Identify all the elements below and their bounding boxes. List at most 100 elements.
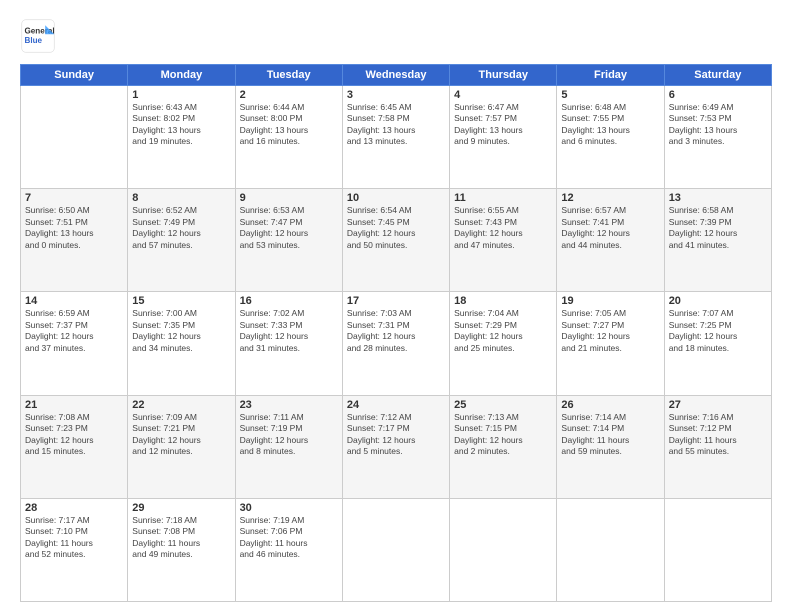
table-cell: 12Sunrise: 6:57 AM Sunset: 7:41 PM Dayli… xyxy=(557,189,664,292)
day-number: 15 xyxy=(132,295,230,307)
table-cell: 14Sunrise: 6:59 AM Sunset: 7:37 PM Dayli… xyxy=(21,292,128,395)
table-cell: 4Sunrise: 6:47 AM Sunset: 7:57 PM Daylig… xyxy=(450,86,557,189)
day-info: Sunrise: 7:19 AM Sunset: 7:06 PM Dayligh… xyxy=(240,515,338,561)
day-info: Sunrise: 7:14 AM Sunset: 7:14 PM Dayligh… xyxy=(561,412,659,458)
table-cell: 3Sunrise: 6:45 AM Sunset: 7:58 PM Daylig… xyxy=(342,86,449,189)
table-cell: 5Sunrise: 6:48 AM Sunset: 7:55 PM Daylig… xyxy=(557,86,664,189)
table-cell: 2Sunrise: 6:44 AM Sunset: 8:00 PM Daylig… xyxy=(235,86,342,189)
table-cell: 30Sunrise: 7:19 AM Sunset: 7:06 PM Dayli… xyxy=(235,498,342,601)
table-cell: 25Sunrise: 7:13 AM Sunset: 7:15 PM Dayli… xyxy=(450,395,557,498)
day-number: 7 xyxy=(25,192,123,204)
weekday-header-sunday: Sunday xyxy=(21,65,128,86)
table-cell xyxy=(664,498,771,601)
week-row-5: 28Sunrise: 7:17 AM Sunset: 7:10 PM Dayli… xyxy=(21,498,772,601)
day-number: 20 xyxy=(669,295,767,307)
page: General Blue SundayMondayTuesdayWednesda… xyxy=(0,0,792,612)
table-cell: 9Sunrise: 6:53 AM Sunset: 7:47 PM Daylig… xyxy=(235,189,342,292)
weekday-header-wednesday: Wednesday xyxy=(342,65,449,86)
logo-icon: General Blue xyxy=(20,18,56,54)
day-info: Sunrise: 7:02 AM Sunset: 7:33 PM Dayligh… xyxy=(240,308,338,354)
day-number: 27 xyxy=(669,399,767,411)
day-info: Sunrise: 7:09 AM Sunset: 7:21 PM Dayligh… xyxy=(132,412,230,458)
table-cell: 1Sunrise: 6:43 AM Sunset: 8:02 PM Daylig… xyxy=(128,86,235,189)
table-cell: 27Sunrise: 7:16 AM Sunset: 7:12 PM Dayli… xyxy=(664,395,771,498)
table-cell: 23Sunrise: 7:11 AM Sunset: 7:19 PM Dayli… xyxy=(235,395,342,498)
day-info: Sunrise: 6:59 AM Sunset: 7:37 PM Dayligh… xyxy=(25,308,123,354)
week-row-3: 14Sunrise: 6:59 AM Sunset: 7:37 PM Dayli… xyxy=(21,292,772,395)
day-number: 9 xyxy=(240,192,338,204)
table-cell: 24Sunrise: 7:12 AM Sunset: 7:17 PM Dayli… xyxy=(342,395,449,498)
table-cell: 17Sunrise: 7:03 AM Sunset: 7:31 PM Dayli… xyxy=(342,292,449,395)
day-info: Sunrise: 7:07 AM Sunset: 7:25 PM Dayligh… xyxy=(669,308,767,354)
table-cell: 16Sunrise: 7:02 AM Sunset: 7:33 PM Dayli… xyxy=(235,292,342,395)
table-cell: 8Sunrise: 6:52 AM Sunset: 7:49 PM Daylig… xyxy=(128,189,235,292)
day-number: 10 xyxy=(347,192,445,204)
table-cell xyxy=(342,498,449,601)
week-row-4: 21Sunrise: 7:08 AM Sunset: 7:23 PM Dayli… xyxy=(21,395,772,498)
day-info: Sunrise: 7:18 AM Sunset: 7:08 PM Dayligh… xyxy=(132,515,230,561)
table-cell: 18Sunrise: 7:04 AM Sunset: 7:29 PM Dayli… xyxy=(450,292,557,395)
day-number: 13 xyxy=(669,192,767,204)
day-number: 12 xyxy=(561,192,659,204)
table-cell: 6Sunrise: 6:49 AM Sunset: 7:53 PM Daylig… xyxy=(664,86,771,189)
day-info: Sunrise: 6:57 AM Sunset: 7:41 PM Dayligh… xyxy=(561,205,659,251)
day-info: Sunrise: 6:44 AM Sunset: 8:00 PM Dayligh… xyxy=(240,102,338,148)
day-info: Sunrise: 6:47 AM Sunset: 7:57 PM Dayligh… xyxy=(454,102,552,148)
table-cell: 10Sunrise: 6:54 AM Sunset: 7:45 PM Dayli… xyxy=(342,189,449,292)
day-number: 28 xyxy=(25,502,123,514)
week-row-2: 7Sunrise: 6:50 AM Sunset: 7:51 PM Daylig… xyxy=(21,189,772,292)
day-info: Sunrise: 7:05 AM Sunset: 7:27 PM Dayligh… xyxy=(561,308,659,354)
day-number: 5 xyxy=(561,89,659,101)
table-cell: 20Sunrise: 7:07 AM Sunset: 7:25 PM Dayli… xyxy=(664,292,771,395)
day-info: Sunrise: 6:50 AM Sunset: 7:51 PM Dayligh… xyxy=(25,205,123,251)
day-info: Sunrise: 6:55 AM Sunset: 7:43 PM Dayligh… xyxy=(454,205,552,251)
day-number: 2 xyxy=(240,89,338,101)
weekday-header-monday: Monday xyxy=(128,65,235,86)
weekday-header-friday: Friday xyxy=(557,65,664,86)
day-info: Sunrise: 6:52 AM Sunset: 7:49 PM Dayligh… xyxy=(132,205,230,251)
day-number: 19 xyxy=(561,295,659,307)
day-number: 25 xyxy=(454,399,552,411)
table-cell: 22Sunrise: 7:09 AM Sunset: 7:21 PM Dayli… xyxy=(128,395,235,498)
weekday-header-thursday: Thursday xyxy=(450,65,557,86)
day-number: 18 xyxy=(454,295,552,307)
calendar-table: SundayMondayTuesdayWednesdayThursdayFrid… xyxy=(20,64,772,602)
day-number: 8 xyxy=(132,192,230,204)
day-number: 6 xyxy=(669,89,767,101)
day-info: Sunrise: 6:43 AM Sunset: 8:02 PM Dayligh… xyxy=(132,102,230,148)
day-number: 24 xyxy=(347,399,445,411)
day-info: Sunrise: 7:13 AM Sunset: 7:15 PM Dayligh… xyxy=(454,412,552,458)
day-info: Sunrise: 7:16 AM Sunset: 7:12 PM Dayligh… xyxy=(669,412,767,458)
svg-text:Blue: Blue xyxy=(25,36,43,45)
day-number: 29 xyxy=(132,502,230,514)
logo: General Blue xyxy=(20,18,58,54)
table-cell: 26Sunrise: 7:14 AM Sunset: 7:14 PM Dayli… xyxy=(557,395,664,498)
weekday-header-tuesday: Tuesday xyxy=(235,65,342,86)
day-info: Sunrise: 7:12 AM Sunset: 7:17 PM Dayligh… xyxy=(347,412,445,458)
day-number: 1 xyxy=(132,89,230,101)
header: General Blue xyxy=(20,18,772,54)
day-info: Sunrise: 7:00 AM Sunset: 7:35 PM Dayligh… xyxy=(132,308,230,354)
day-number: 21 xyxy=(25,399,123,411)
day-number: 22 xyxy=(132,399,230,411)
table-cell xyxy=(450,498,557,601)
day-number: 11 xyxy=(454,192,552,204)
table-cell: 21Sunrise: 7:08 AM Sunset: 7:23 PM Dayli… xyxy=(21,395,128,498)
day-info: Sunrise: 7:03 AM Sunset: 7:31 PM Dayligh… xyxy=(347,308,445,354)
day-number: 26 xyxy=(561,399,659,411)
day-number: 17 xyxy=(347,295,445,307)
table-cell: 7Sunrise: 6:50 AM Sunset: 7:51 PM Daylig… xyxy=(21,189,128,292)
day-info: Sunrise: 7:08 AM Sunset: 7:23 PM Dayligh… xyxy=(25,412,123,458)
day-number: 14 xyxy=(25,295,123,307)
day-info: Sunrise: 7:04 AM Sunset: 7:29 PM Dayligh… xyxy=(454,308,552,354)
day-number: 3 xyxy=(347,89,445,101)
day-info: Sunrise: 6:45 AM Sunset: 7:58 PM Dayligh… xyxy=(347,102,445,148)
day-number: 16 xyxy=(240,295,338,307)
day-number: 30 xyxy=(240,502,338,514)
weekday-header-row: SundayMondayTuesdayWednesdayThursdayFrid… xyxy=(21,65,772,86)
table-cell: 13Sunrise: 6:58 AM Sunset: 7:39 PM Dayli… xyxy=(664,189,771,292)
day-info: Sunrise: 6:58 AM Sunset: 7:39 PM Dayligh… xyxy=(669,205,767,251)
day-number: 23 xyxy=(240,399,338,411)
table-cell: 28Sunrise: 7:17 AM Sunset: 7:10 PM Dayli… xyxy=(21,498,128,601)
day-info: Sunrise: 6:53 AM Sunset: 7:47 PM Dayligh… xyxy=(240,205,338,251)
